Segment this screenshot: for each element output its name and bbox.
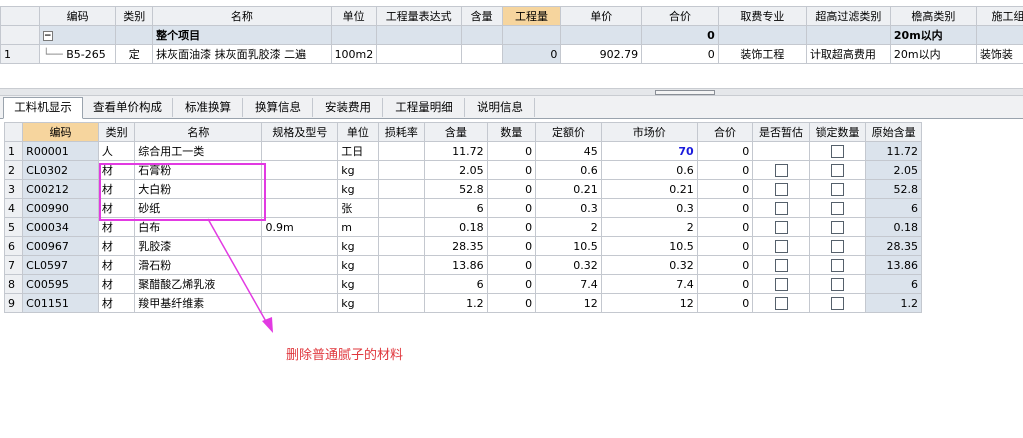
- annotation-text: 删除普通腻子的材料: [286, 348, 404, 363]
- annotation-arrow-icon: [207, 218, 273, 333]
